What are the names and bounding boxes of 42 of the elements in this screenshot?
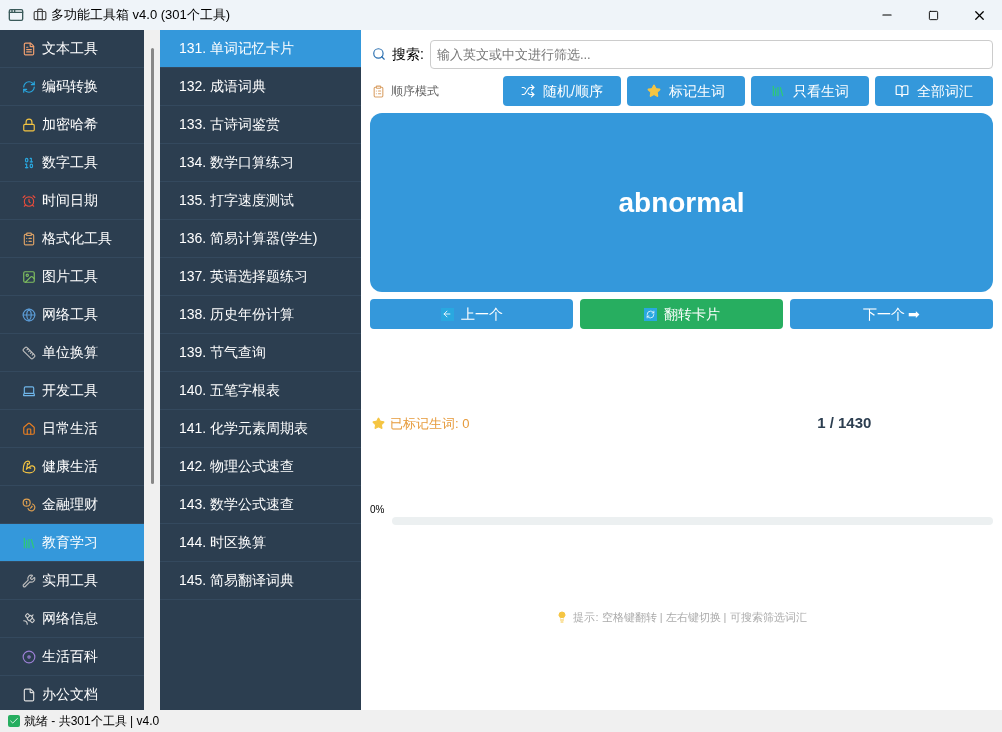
laptop-icon bbox=[22, 383, 36, 398]
progress-label: 0% bbox=[370, 505, 385, 515]
refresh-icon bbox=[643, 307, 657, 321]
page-icon bbox=[22, 687, 36, 702]
house-icon bbox=[22, 421, 36, 436]
app-icon bbox=[8, 7, 24, 23]
books-icon bbox=[771, 84, 785, 98]
card-counter: 1 / 1430 bbox=[816, 413, 873, 433]
satellite-icon bbox=[22, 611, 36, 626]
clipboard-icon bbox=[372, 84, 385, 98]
star-icon bbox=[647, 84, 661, 98]
briefcase-icon bbox=[33, 8, 47, 22]
image-icon bbox=[22, 269, 36, 284]
window-title: 多功能工具箱 v4.0 (301个工具) bbox=[51, 6, 231, 25]
alarm-icon bbox=[22, 193, 36, 208]
disc-icon bbox=[22, 649, 36, 664]
maximize-icon bbox=[927, 9, 939, 21]
books-icon bbox=[22, 535, 36, 550]
mode-label: 顺序模式 bbox=[391, 83, 440, 100]
numbers-icon bbox=[22, 155, 36, 170]
card-word: abnormal bbox=[618, 185, 745, 220]
globe-icon bbox=[22, 307, 36, 322]
scrollbar-thumb[interactable] bbox=[151, 48, 154, 484]
lock-icon bbox=[22, 117, 36, 132]
search-icon bbox=[372, 47, 386, 61]
book-icon bbox=[895, 84, 909, 98]
shuffle-icon bbox=[521, 84, 536, 98]
search-field[interactable]: 输入英文或中文进行筛选... bbox=[429, 39, 993, 69]
star-icon bbox=[372, 416, 385, 430]
document-icon bbox=[22, 41, 36, 56]
status-text: 就绪 - 共301个工具 | v4.0 bbox=[24, 713, 160, 730]
coins-icon bbox=[22, 497, 36, 512]
clipboard-icon bbox=[22, 231, 36, 246]
muscle-icon bbox=[22, 459, 36, 474]
check-icon bbox=[8, 715, 20, 727]
search-label: 搜索: bbox=[392, 44, 424, 64]
ruler-icon bbox=[22, 345, 36, 360]
hint-text: 提示: 空格键翻转 | 左右键切换 | 可搜索筛选词汇 bbox=[573, 610, 807, 625]
lightbulb-icon bbox=[556, 611, 569, 624]
marked-count: 已标记生词: 0 bbox=[390, 414, 470, 433]
refresh-icon bbox=[22, 79, 36, 94]
tools-icon bbox=[22, 573, 36, 588]
